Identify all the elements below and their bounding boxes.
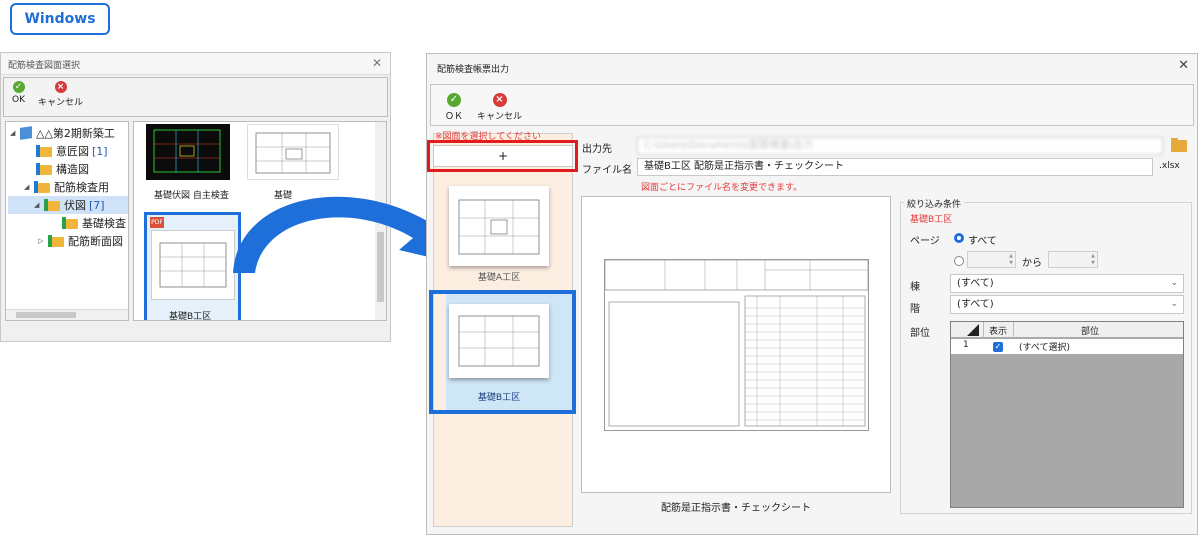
cancel-icon: × (54, 81, 67, 93)
expand-icon[interactable]: ▷ (38, 237, 48, 245)
chevron-down-icon: ⌄ (1170, 278, 1178, 288)
drawing-preview (153, 129, 221, 173)
building-label: 棟 (910, 282, 920, 293)
folder-icon[interactable] (1169, 136, 1189, 154)
folder-icon (44, 199, 60, 211)
filename-label: ファイル名 (582, 165, 632, 176)
pdf-icon: PDF (150, 217, 164, 228)
sheet-preview (581, 196, 891, 493)
drawing-thumbnail[interactable] (146, 124, 230, 180)
part-cell: (すべて選択) (1019, 343, 1071, 353)
cube-icon (20, 126, 32, 140)
column-header-part: 部位 (1081, 327, 1100, 337)
tree-item-section[interactable]: ▷ 配筋断面図 (38, 232, 123, 250)
page-all-radio[interactable] (954, 233, 964, 243)
floor-label: 階 (910, 304, 920, 315)
check-icon: ✓ (12, 81, 25, 93)
grid-header: 表示 部位 (951, 322, 1183, 338)
chevron-down-icon: ⌄ (1170, 299, 1178, 309)
folder-icon (36, 163, 52, 175)
collapse-icon[interactable]: ◢ (10, 129, 20, 137)
output-path-field[interactable]: C:\Users\Documents\配筋検査\出力 (637, 137, 1163, 155)
building-select[interactable]: (すべて) ⌄ (950, 274, 1184, 293)
filter-title: 絞り込み条件 (904, 197, 965, 210)
close-icon[interactable]: ✕ (372, 56, 382, 70)
page-label: ページ (910, 236, 940, 247)
windows-badge: Windows (10, 3, 110, 35)
tree-item-count: [1] (92, 144, 108, 158)
filter-subtitle: 基礎B工区 (910, 215, 953, 225)
toolbar: ✓ ＯＫ × キャンセル (430, 84, 1194, 126)
dialog-title: 配筋検査図面選択 (8, 61, 81, 71)
page-caption: 基礎A工区 (477, 273, 521, 283)
page-all-label: すべて (968, 236, 997, 247)
cancel-icon: × (492, 93, 507, 107)
ok-label: OK (12, 95, 25, 105)
tree-item-label: 構造図 (56, 163, 89, 176)
tree-item-label: 配筋検査用 (54, 181, 109, 194)
add-button-highlight (427, 140, 578, 172)
output-label: 出力先 (582, 144, 612, 155)
tree-item-label: 意匠図 (56, 145, 89, 158)
drawing-preview (458, 199, 540, 255)
folder-icon (34, 181, 50, 193)
titlebar: 配筋検査図面選択 ✕ (1, 53, 390, 75)
drawing-thumbnail[interactable] (247, 124, 339, 180)
building-value: (すべて) (957, 278, 994, 289)
tree-item-count: [7] (89, 198, 105, 212)
report-output-dialog: 配筋検査帳票出力 ✕ ✓ ＯＫ × キャンセル ※図面を選択してください + 基… (426, 53, 1198, 535)
cancel-button[interactable]: × キャンセル (38, 81, 83, 108)
column-header-show: 表示 (989, 327, 1008, 337)
part-label: 部位 (910, 328, 930, 339)
checksheet-preview (604, 259, 869, 431)
selected-page-highlight (429, 290, 576, 414)
tree-item-floor-plan[interactable]: ◢ 伏図 [7] (8, 196, 128, 214)
folder-icon (62, 217, 78, 229)
page-from-stepper[interactable]: ▲ ▼ (967, 251, 1016, 268)
close-icon[interactable]: ✕ (1178, 58, 1189, 73)
filename-field[interactable]: 基礎B工区 配筋是正指示書・チェックシート (637, 158, 1153, 176)
cancel-label: キャンセル (477, 112, 523, 122)
ok-label: ＯＫ (445, 112, 464, 122)
tree-item-structure[interactable]: 構造図 (36, 160, 89, 178)
select-all-corner-icon[interactable] (965, 323, 981, 337)
folder-tree[interactable]: ◢ △△第2期新築工 意匠図 [1] 構造図 ◢ 配筋検査用 ◢ 伏図 [7] … (5, 121, 129, 321)
dialog-title: 配筋検査帳票出力 (437, 65, 510, 75)
part-grid[interactable]: 表示 部位 1 ✓ (すべて選択) (950, 321, 1184, 508)
folder-icon (36, 145, 52, 157)
tree-item-label: 伏図 (64, 199, 86, 212)
tree-item-label: △△第2期新築工 (36, 127, 115, 140)
collapse-icon[interactable]: ◢ (24, 183, 34, 191)
filename-extension: .xlsx (1159, 161, 1180, 171)
preview-caption: 配筋是正指示書・チェックシート (661, 503, 811, 514)
page-range-radio[interactable] (954, 256, 964, 266)
table-row[interactable]: 1 ✓ (すべて選択) (951, 339, 1183, 354)
tree-item-label: 基礎検査 (82, 217, 126, 230)
cancel-label: キャンセル (38, 98, 84, 108)
page-thumbnail[interactable] (449, 186, 549, 266)
tree-item-label: 配筋断面図 (68, 235, 123, 248)
thumbnail-caption: 基礎B工区 (169, 312, 212, 321)
tree-item-foundation[interactable]: 基礎検査 (62, 214, 126, 232)
cancel-button[interactable]: × キャンセル (477, 93, 522, 122)
folder-icon (48, 235, 64, 247)
floor-select[interactable]: (すべて) ⌄ (950, 295, 1184, 314)
tree-item-project[interactable]: ◢ △△第2期新築工 (10, 124, 115, 142)
check-icon: ✓ (447, 93, 461, 107)
floor-value: (すべて) (957, 299, 994, 310)
collapse-icon[interactable]: ◢ (34, 201, 44, 209)
filename-note: 図面ごとにファイル名を変更できます。 (641, 183, 803, 193)
ok-button[interactable]: ✓ ＯＫ (445, 93, 463, 122)
tree-item-design[interactable]: 意匠図 [1] (36, 142, 108, 160)
row-number: 1 (963, 340, 969, 350)
horizontal-scrollbar[interactable] (6, 309, 128, 320)
show-checkbox[interactable]: ✓ (993, 342, 1003, 352)
drawing-preview (255, 132, 331, 174)
ok-button[interactable]: ✓ OK (12, 81, 25, 105)
toolbar: ✓ OK × キャンセル (3, 77, 388, 117)
tree-item-rebar-inspection[interactable]: ◢ 配筋検査用 (24, 178, 109, 196)
page-to-stepper[interactable]: ▲ ▼ (1048, 251, 1098, 268)
range-to-label: から (1022, 258, 1042, 269)
